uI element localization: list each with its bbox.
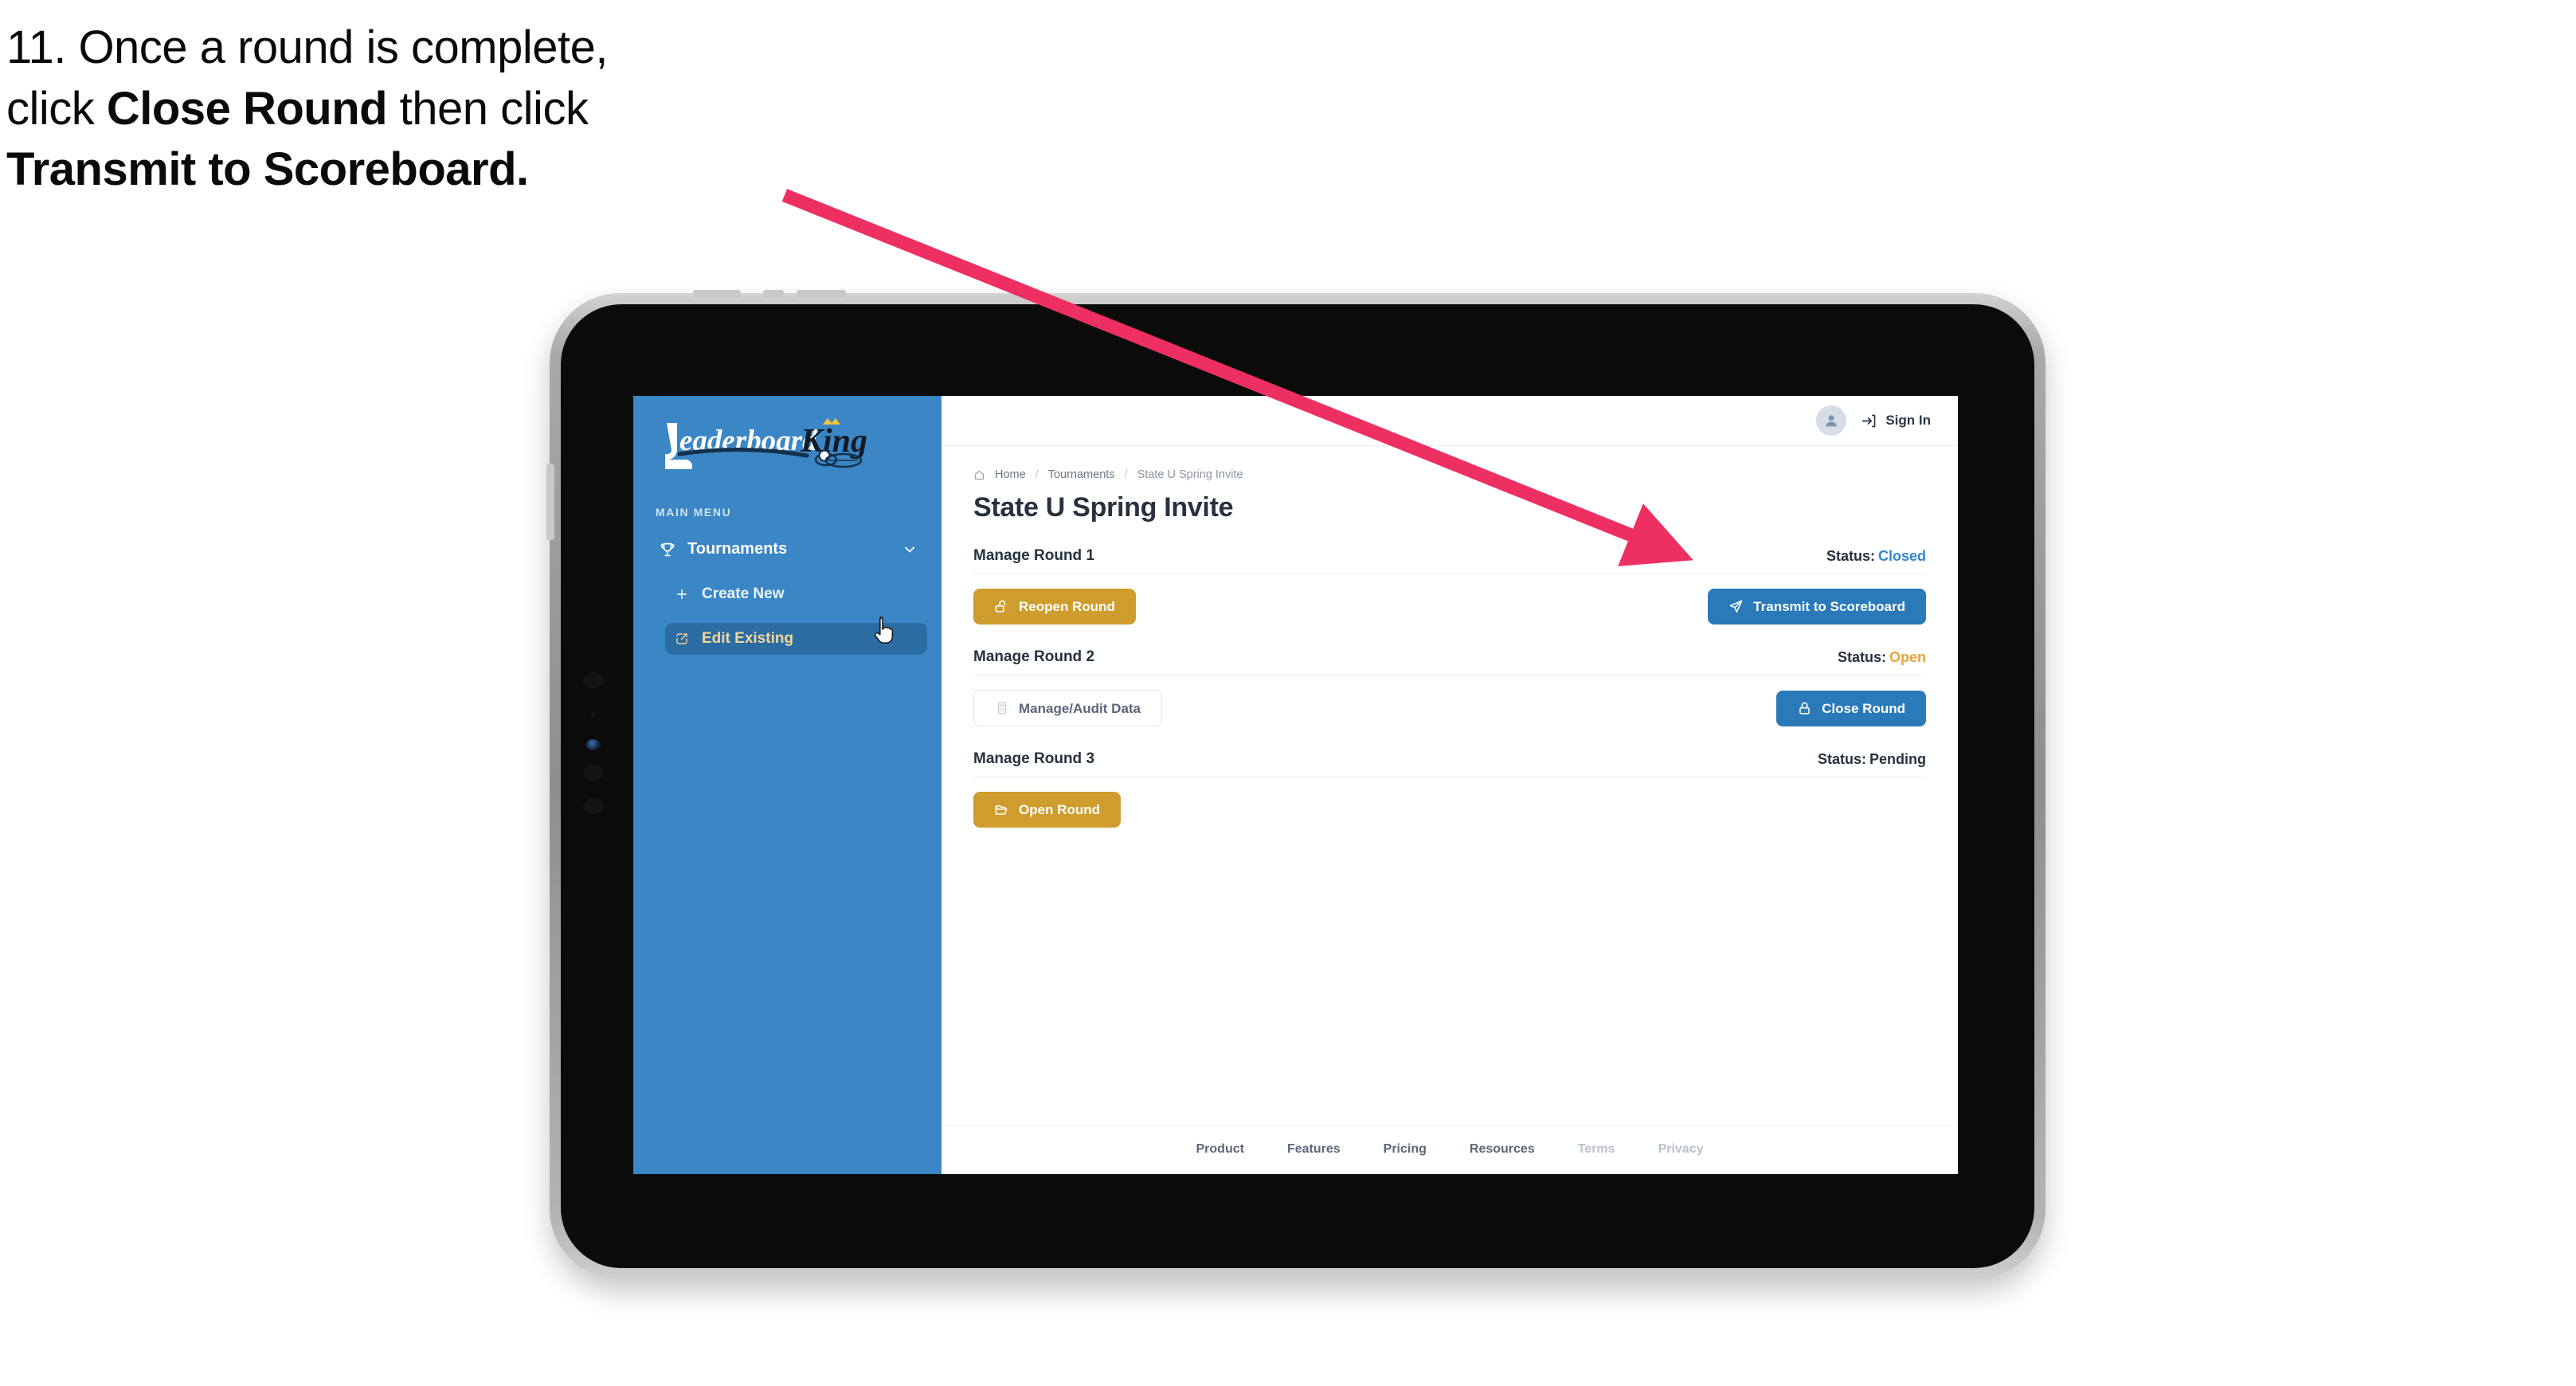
reopen-round-label: Reopen Round	[1019, 599, 1115, 614]
sign-in-button[interactable]: Sign In	[1861, 413, 1931, 429]
round-actions-1: Reopen Round Transmit to Scoreboard	[973, 574, 1926, 624]
instruction-line-2: click Close Round then click	[6, 79, 851, 140]
sign-in-arrow-icon	[1861, 413, 1877, 429]
footer-link-product[interactable]: Product	[1196, 1142, 1244, 1157]
page-title: State U Spring Invite	[973, 492, 1234, 523]
manage-audit-data-label: Manage/Audit Data	[1019, 700, 1141, 716]
sidebar-item-label-edit-existing: Edit Existing	[702, 630, 794, 647]
footer-link-privacy[interactable]: Privacy	[1658, 1142, 1704, 1157]
footer-link-terms[interactable]: Terms	[1578, 1142, 1615, 1157]
round-section-3: Manage Round 3 Status: Pending Open Roun…	[973, 750, 1926, 828]
round-section-2: Manage Round 2 Status: Open Manage/Audit…	[973, 648, 1926, 726]
device-top-button-1	[693, 290, 741, 298]
sidebar-item-create-new[interactable]: Create New	[665, 578, 927, 610]
main-content: Sign In Home / Tournaments / State U Spr…	[942, 396, 1958, 1174]
status-label-2: Status:	[1837, 649, 1886, 665]
paper-plane-icon	[1728, 599, 1744, 614]
app-page: eaderboard King MAIN MENU Tournaments Cr…	[633, 396, 1958, 1174]
instruction-line-2-suffix: then click	[387, 82, 589, 135]
breadcrumb-item-home[interactable]: Home	[995, 468, 1026, 481]
sidebar-item-label-create-new: Create New	[702, 585, 785, 602]
camera-lens	[586, 739, 601, 750]
round-actions-3: Open Round	[973, 777, 1926, 828]
folder-open-icon	[994, 802, 1009, 817]
top-bar: Sign In	[942, 396, 1958, 446]
browser-viewport: eaderboard King MAIN MENU Tournaments Cr…	[633, 396, 1958, 1174]
transmit-to-scoreboard-button[interactable]: Transmit to Scoreboard	[1708, 589, 1926, 624]
open-round-label: Open Round	[1019, 802, 1100, 817]
instruction-line-3: Transmit to Scoreboard.	[6, 143, 529, 196]
chevron-down-icon[interactable]	[902, 542, 918, 558]
breadcrumb: Home / Tournaments / State U Spring Invi…	[973, 468, 1926, 481]
open-round-button[interactable]: Open Round	[973, 792, 1121, 828]
home-icon[interactable]	[973, 469, 985, 481]
status-value-2: Open	[1889, 649, 1926, 665]
footer-link-features[interactable]: Features	[1287, 1142, 1341, 1157]
status-badge-3: Status: Pending	[1818, 751, 1926, 768]
sidebar-item-tournaments[interactable]: Tournaments	[649, 533, 927, 566]
close-round-label: Close Round	[1822, 700, 1905, 716]
status-label-1: Status:	[1826, 548, 1875, 564]
sidebar-item-edit-existing[interactable]: Edit Existing	[665, 623, 927, 655]
breadcrumb-item-current: State U Spring Invite	[1137, 468, 1243, 481]
edit-square-icon	[675, 632, 689, 646]
round-header-1: Manage Round 1 Status: Closed	[973, 547, 1926, 574]
status-value-1: Closed	[1877, 548, 1926, 564]
sidebar: eaderboard King MAIN MENU Tournaments Cr…	[633, 396, 942, 1174]
status-badge-1: Status: Closed	[1826, 548, 1926, 565]
instruction-line-1: 11. Once a round is complete,	[6, 22, 608, 73]
breadcrumb-separator-2: /	[1124, 468, 1128, 481]
plus-icon	[675, 587, 689, 601]
sensor-dot	[591, 712, 596, 717]
unlock-icon	[994, 599, 1009, 614]
device-top-button-3	[797, 290, 846, 298]
leaderboard-king-logo-icon: eaderboard King	[665, 418, 867, 469]
sidebar-item-label-tournaments: Tournaments	[687, 540, 788, 558]
round-section-1: Manage Round 1 Status: Closed Reopen Rou…	[973, 547, 1926, 624]
reopen-round-button[interactable]: Reopen Round	[973, 589, 1136, 624]
device-left-button	[546, 464, 554, 540]
instruction-caption: 11. Once a round is complete, click Clos…	[6, 18, 851, 201]
camera-dot-3	[583, 798, 604, 814]
footer-link-resources[interactable]: Resources	[1470, 1142, 1535, 1157]
status-label-3: Status:	[1817, 751, 1866, 767]
status-value-3: Pending	[1869, 751, 1926, 767]
footer-link-pricing[interactable]: Pricing	[1384, 1142, 1427, 1157]
footer: Product Features Pricing Resources Terms…	[942, 1126, 1958, 1174]
camera-dot-2	[583, 765, 604, 781]
content-area: Home / Tournaments / State U Spring Invi…	[942, 446, 1958, 1126]
instruction-line-2-bold: Close Round	[106, 82, 388, 135]
lock-icon	[1797, 701, 1812, 716]
close-round-button[interactable]: Close Round	[1776, 690, 1926, 726]
svg-text:King: King	[800, 423, 867, 460]
user-avatar-icon	[1826, 415, 1838, 427]
device-top-button-2	[763, 290, 784, 298]
round-header-2: Manage Round 2 Status: Open	[973, 648, 1926, 675]
avatar[interactable]	[1816, 405, 1847, 436]
sidebar-section-label: MAIN MENU	[656, 506, 732, 519]
status-badge-2: Status: Open	[1838, 649, 1926, 666]
breadcrumb-separator-1: /	[1035, 468, 1039, 481]
sign-in-label: Sign In	[1885, 413, 1931, 428]
round-title-2: Manage Round 2	[973, 648, 1095, 665]
manage-audit-data-button[interactable]: Manage/Audit Data	[973, 690, 1163, 726]
round-title-3: Manage Round 3	[973, 750, 1095, 767]
round-actions-2: Manage/Audit Data Close Round	[973, 675, 1926, 726]
instruction-line-2-prefix: click	[6, 82, 107, 135]
breadcrumb-item-tournaments[interactable]: Tournaments	[1048, 468, 1115, 481]
calculator-icon	[995, 701, 1009, 715]
transmit-to-scoreboard-label: Transmit to Scoreboard	[1753, 599, 1905, 614]
camera-dot-1	[583, 672, 604, 688]
brand-logo[interactable]: eaderboard King	[633, 396, 942, 472]
round-header-3: Manage Round 3 Status: Pending	[973, 750, 1926, 777]
round-title-1: Manage Round 1	[973, 547, 1095, 564]
trophy-icon	[659, 541, 676, 558]
